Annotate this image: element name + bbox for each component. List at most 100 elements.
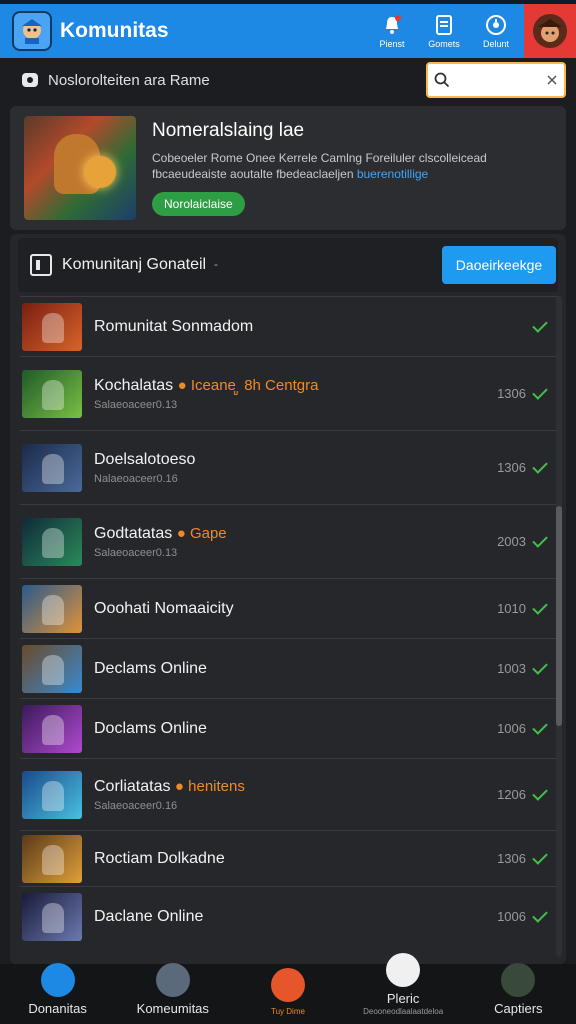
compass-icon [486,14,506,35]
game-thumbnail [22,644,82,693]
list-item-subtitle: Nalaeoaceer0.16 [94,472,178,485]
list-item[interactable]: Ooohati Nomaaicity 1010 [20,578,558,638]
featured-action-button[interactable]: Norolaiclaise [152,192,245,216]
list-item-title: Doelsalotoeso [94,451,482,469]
game-thumbnail [22,770,82,819]
list-item-tag: ● henitens [174,777,245,795]
list-item-name: Godtatatas [94,524,177,542]
explore-button[interactable]: Delunt [470,4,522,58]
notifications-button[interactable]: Pienst [366,4,418,58]
game-thumbnail [22,302,82,351]
list-item[interactable]: Declams Online 1003 [20,638,558,698]
search-box[interactable] [426,62,566,98]
list-item-subtitle: Salaeoaceer0.16 [94,799,178,812]
documents-button[interactable]: Gomets [418,4,470,58]
nav-item-sublabel: Tuy Dime [271,1007,305,1016]
list-item-name: Declams Online [94,659,207,677]
bottom-navigation: Donanitas Komeumitas Tuy Dime Pleric Deooneo… [0,953,576,1024]
featured-desc-link[interactable]: buerenotillige [357,167,428,181]
list-item[interactable]: Kochalatas ● Iceane ູ 8h Centgra Salaeoac… [20,356,558,430]
community-list-panel: Komunitanj Gonateil - Daoeirkeekge Romun… [10,234,566,964]
check-icon [530,907,550,927]
list-item-name: Ooohati Nomaaicity [94,599,234,617]
list-item-name: Corliatatas [94,777,175,795]
game-thumbnail [22,584,82,633]
game-thumbnail [22,517,82,566]
search-input[interactable] [453,72,543,88]
bell-icon [386,14,401,34]
check-icon [530,599,550,619]
list-item-tag: ● Gape [176,524,227,542]
check-icon [530,719,550,739]
list-item[interactable]: Romunitat Sonmadom [20,296,558,356]
check-icon [530,384,550,404]
list-item-subtitle: Salaeoaceer0.13 [94,399,178,411]
nav-item[interactable]: Donanitas [3,963,113,1016]
nav-item[interactable]: Pleric Deooneodlaalaatdeloa [348,953,458,1016]
list-item-name: Romunitat Sonmadom [94,317,254,335]
scrollbar[interactable] [556,296,562,956]
list-item-body: Godtatatas ● Gape Salaeoaceer0.13 [94,525,482,559]
member-count: 1206 [497,787,526,802]
member-count: 1010 [497,601,526,616]
user-avatar[interactable] [524,4,576,58]
game-thumbnail [22,704,82,753]
featured-desc-line2: fbcaeudeaiste aoutalte fbedeaclaeljen [152,167,357,181]
list-item-name: Roctiam Dolkadne [94,849,225,867]
profile-icon [501,963,536,997]
fire-icon [270,968,305,1002]
app-logo-icon[interactable] [12,11,52,51]
breadcrumb-bar: Noslorolteiten ara Rame [10,58,566,102]
chat-bubble-icon [22,73,38,87]
list-item[interactable]: Daclane Online 1006 [20,886,558,946]
game-thumbnail [22,369,82,418]
community-list: Romunitat Sonmadom Kochalatas ● Iceane ູ … [20,296,558,946]
list-item[interactable]: Doclams Online 1006 [20,698,558,758]
documents-label: Gomets [428,38,460,49]
dropdown-caret[interactable]: - [214,259,442,271]
list-item-name: Daclane Online [94,907,204,925]
list-item-body: Ooohati Nomaaicity [94,600,482,618]
list-item-name: Doclams Online [94,719,207,737]
list-item-body: Declams Online [94,660,482,678]
top-app-bar: Komunitas Pienst Gomets Delunt [0,0,576,58]
community-icon [155,963,190,997]
breadcrumb[interactable]: Noslorolteiten ara Rame [48,72,426,89]
list-item-title: Corliatatas ● henitens [94,778,482,796]
list-item[interactable]: Doelsalotoeso Nalaeoaceer0.16 1306 [20,430,558,504]
scrollbar-thumb[interactable] [556,506,562,726]
nav-item[interactable]: Komeumitas [118,963,228,1016]
panel-header: Komunitanj Gonateil - Daoeirkeekge [18,238,558,292]
close-icon[interactable] [546,74,558,86]
list-item[interactable]: Godtatatas ● Gape Salaeoaceer0.13 2003 [20,504,558,578]
nav-item-sublabel: Deooneodlaalaatdeloa [363,1007,444,1016]
list-item[interactable]: Roctiam Dolkadne 1306 [20,830,558,886]
nav-item[interactable]: Captiers [463,963,573,1016]
list-item-tag: ● Iceane ູ 8h Centgra [177,377,319,394]
nav-item-label: Donanitas [28,1001,87,1016]
community-icon [30,254,52,276]
nav-item-label: Pleric [386,991,420,1006]
list-item-name: Doelsalotoeso [94,450,196,468]
member-count: 1306 [497,851,526,866]
game-thumbnail [22,892,82,941]
panel-action-button[interactable]: Daoeirkeekge [442,246,556,284]
nav-item-label: Komeumitas [136,1001,209,1016]
nav-item[interactable]: Tuy Dime [233,968,343,1016]
explore-label: Delunt [482,38,509,49]
check-icon [530,458,550,478]
check-icon [530,532,550,552]
member-count: 1003 [497,661,526,676]
member-count: 1006 [497,721,526,736]
check-icon [530,785,550,805]
chat-icon [386,953,421,987]
panel-title[interactable]: Komunitanj Gonateil [62,256,206,274]
list-item-body: Romunitat Sonmadom [94,318,482,336]
document-icon [436,14,452,35]
list-item-body: Kochalatas ● Iceane ູ 8h Centgra Salaeoac… [94,376,482,411]
list-item[interactable]: Corliatatas ● henitens Salaeoaceer0.16 120… [20,758,558,830]
list-item-title: Daclane Online [94,908,482,926]
member-count: 2003 [497,534,526,549]
featured-card[interactable]: Nomeralslaing lae Cobeoeler Rome Onee Ke… [10,106,566,230]
list-item-name: Kochalatas [94,377,178,394]
